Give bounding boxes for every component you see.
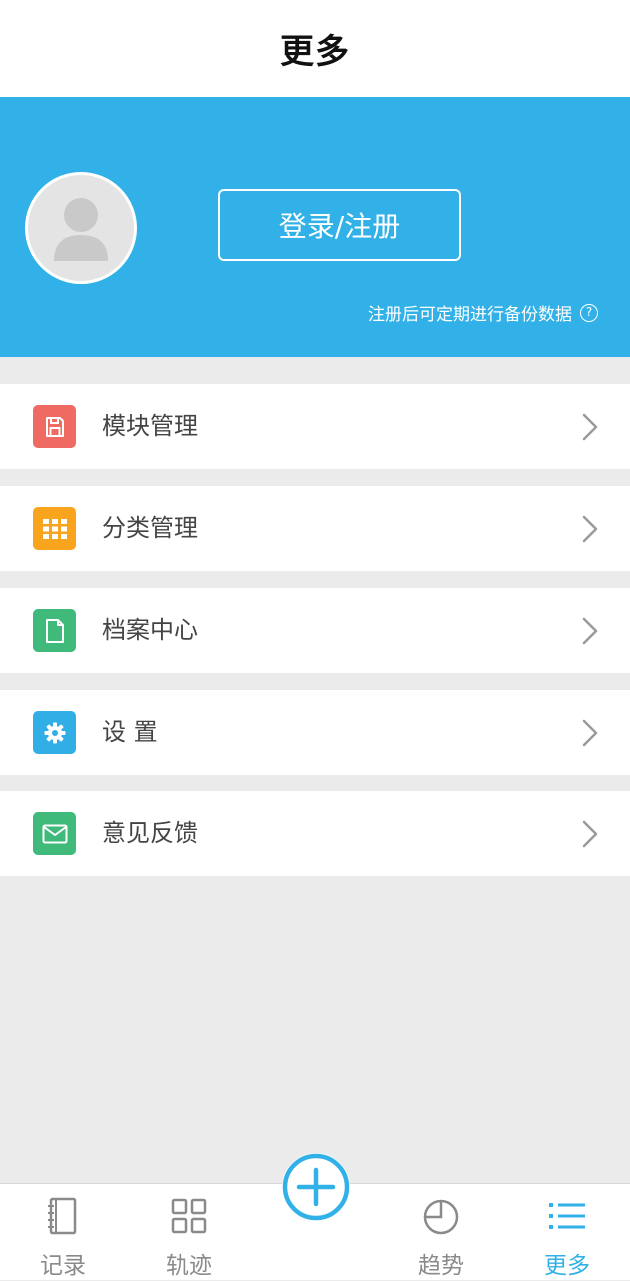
menu-label: 设 置 xyxy=(102,718,158,746)
login-register-label: 登录/注册 xyxy=(278,210,401,243)
menu-item-settings[interactable]: 设 置 xyxy=(0,690,630,775)
help-icon[interactable]: ? xyxy=(580,303,598,322)
gear-icon xyxy=(33,711,76,754)
tab-trend[interactable]: 趋势 xyxy=(391,1184,491,1281)
add-record-button[interactable] xyxy=(282,1153,350,1221)
tab-label: 轨迹 xyxy=(166,1253,212,1279)
top-header: 更多 xyxy=(0,0,630,97)
menu-label: 意见反馈 xyxy=(102,819,198,847)
login-register-button[interactable]: 登录/注册 xyxy=(218,189,461,261)
tab-track[interactable]: 轨迹 xyxy=(139,1184,239,1281)
mail-icon xyxy=(33,812,76,855)
chevron-right-icon xyxy=(582,719,598,747)
document-icon xyxy=(33,609,76,652)
menu-item-archive-center[interactable]: 档案中心 xyxy=(0,588,630,673)
menu-label: 档案中心 xyxy=(102,616,198,644)
backup-note-text: 注册后可定期进行备份数据 xyxy=(368,305,572,325)
menu-item-category-management[interactable]: 分类管理 xyxy=(0,486,630,571)
grid-icon xyxy=(33,507,76,550)
save-icon xyxy=(33,405,76,448)
menu-label: 模块管理 xyxy=(102,412,198,440)
avatar[interactable] xyxy=(25,172,137,284)
menu-label: 分类管理 xyxy=(102,514,198,542)
tab-more[interactable]: 更多 xyxy=(517,1184,617,1281)
menu-item-module-management[interactable]: 模块管理 xyxy=(0,384,630,469)
chevron-right-icon xyxy=(582,617,598,645)
menu-item-feedback[interactable]: 意见反馈 xyxy=(0,791,630,876)
pie-chart-icon xyxy=(423,1199,459,1235)
page-title: 更多 xyxy=(280,32,350,72)
chevron-right-icon xyxy=(582,413,598,441)
chevron-right-icon xyxy=(582,515,598,543)
backup-note: 注册后可定期进行备份数据 ? xyxy=(368,300,598,325)
notebook-icon xyxy=(48,1197,77,1235)
account-banner: 登录/注册 注册后可定期进行备份数据 ? xyxy=(0,97,630,357)
plus-circle-icon xyxy=(282,1153,350,1221)
user-placeholder-icon xyxy=(54,198,108,261)
grid-four-icon xyxy=(171,1198,207,1234)
list-icon xyxy=(549,1203,585,1229)
tab-label: 记录 xyxy=(40,1253,86,1279)
tab-label: 更多 xyxy=(544,1253,590,1279)
tab-label: 趋势 xyxy=(418,1253,464,1279)
tab-record[interactable]: 记录 xyxy=(13,1184,113,1281)
chevron-right-icon xyxy=(582,820,598,848)
